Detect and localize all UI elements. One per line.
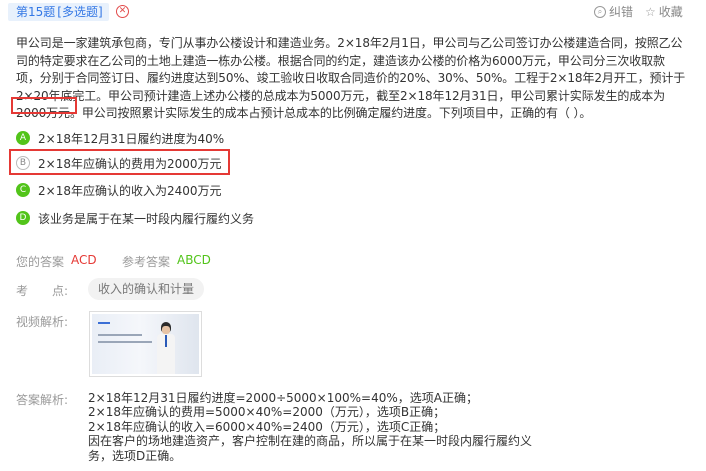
question-number: 第15题 [16,5,56,19]
option-letter-badge: D [16,211,30,225]
question-rest-text: 甲公司按照累计实际发生的成本占预计总成本的比例确定履约进度。下列项目中，正确的有… [81,106,592,120]
option-letter-badge: C [16,183,30,197]
video-frame [92,314,199,374]
option-letter-badge: A [16,131,30,145]
option-text: 2×18年12月31日履约进度为40% [38,131,225,146]
analysis-line: 2×18年应确认的费用=5000×40%=2000（万元），选项B正确； [88,405,446,420]
option-d[interactable]: D 该业务是属于在某一时段内履行履约义务 [16,207,254,229]
analysis-line: 2×18年应确认的收入=6000×40%=2400（万元），选项C正确； [88,419,446,434]
video-title-line [98,341,152,343]
analysis-line: 2×18年12月31日履约进度=2000÷5000×100%=40%，选项A正确… [88,391,478,405]
favorite-button[interactable]: ☆ 收藏 [645,4,683,20]
question-line: 甲公司是一家建筑承包商，专门从事办公楼设计和建造业务。2×18年2月1日，甲公司… [16,36,683,50]
star-icon: ☆ [645,5,656,19]
your-answer-value: ACD [71,253,97,267]
question-stem: 甲公司是一家建筑承包商，专门从事办公楼设计和建造业务。2×18年2月1日，甲公司… [16,35,692,123]
question-type: [多选题] [57,5,103,19]
report-error-label: 纠错 [609,5,634,19]
your-answer-label: 您的答案 [16,255,65,269]
question-line: 2×20年底完工。甲公司预计建造上述办公楼的总成本为5000万元，截至2×18年… [16,88,666,103]
knowledge-point-tag[interactable]: 收入的确认和计量 [88,278,205,300]
video-logo [98,322,110,324]
analysis-text: 2×18年12月31日履约进度=2000÷5000×100%=40%，选项A正确… [88,391,532,463]
reference-answer-value: ABCD [177,253,211,267]
option-c[interactable]: C 2×18年应确认的收入为2400万元 [16,179,222,201]
question-header: 第15题 [多选题] ✕ ⌕ 纠错 ☆ 收藏 [0,0,706,26]
close-circle-icon[interactable]: ✕ [116,5,129,18]
question-line: 2000万元。甲公司按照累计实际发生的成本占预计总成本的比例确定履约进度。下列项… [16,105,692,123]
option-text: 2×18年应确认的收入为2400万元 [38,183,222,198]
analysis-line: 因在客户的场地建造资产，客户控制在建的商品，所以属于在某一时段内履行履约义 [88,434,533,449]
video-title-line [98,334,142,336]
search-icon: ⌕ [594,6,606,18]
report-error-button[interactable]: ⌕ 纠错 [594,4,633,20]
analysis-label: 答案解析: [16,393,69,407]
question-tag: 第15题 [多选题] [8,3,109,21]
highlight-box [9,149,230,175]
knowledge-point-label: 考 点: [16,284,69,298]
question-line: 项，分别于合同签订日、履约进度达到50%、竣工验收日收取合同造价的20%、30%… [16,71,686,85]
option-text: 该业务是属于在某一时段内履行履约义务 [38,211,255,226]
lecturer-figure [157,322,175,374]
option-a[interactable]: A 2×18年12月31日履约进度为40% [16,127,224,149]
favorite-label: 收藏 [658,5,683,19]
question-line: 司的特定要求在乙公司的土地上建造一栋办公楼。根据合同的约定，建造该办公楼的价格为… [16,53,665,68]
reference-answer-label: 参考答案 [122,255,171,269]
video-analysis-label: 视频解析: [16,315,69,329]
highlight-box [11,97,77,114]
video-thumbnail[interactable] [89,311,202,377]
analysis-line: 务，选项D正确。 [88,448,182,463]
